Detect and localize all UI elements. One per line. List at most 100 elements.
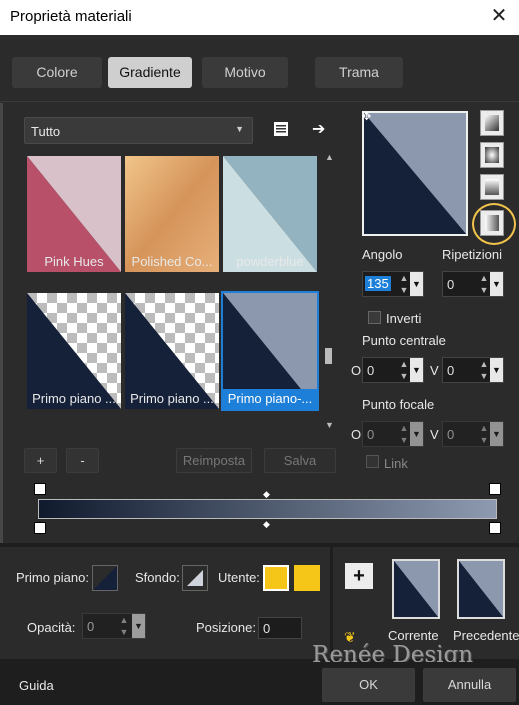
gradient-preview[interactable] — [362, 111, 468, 236]
library-item-label: powderblue — [236, 254, 304, 269]
user-label: Utente: — [218, 570, 260, 585]
midpoint-diamond-icon[interactable]: ◆ — [263, 519, 270, 530]
chevron-down-icon[interactable]: ▼ — [410, 422, 423, 446]
user-color-swatch[interactable] — [263, 565, 289, 591]
tab-motivo[interactable]: Motivo — [202, 57, 288, 88]
center-o-value[interactable]: 0 — [367, 363, 374, 378]
focal-v-label: V — [430, 427, 439, 442]
library-item[interactable]: powderblue — [223, 156, 317, 272]
spinner-arrows-icon[interactable]: ▲ ▼ — [477, 422, 491, 446]
link-checkbox[interactable] — [366, 455, 379, 468]
library-item[interactable]: Pink Hues — [27, 156, 121, 272]
category-select[interactable]: Tutto ▼ — [24, 117, 253, 144]
previous-swatch[interactable] — [457, 559, 505, 619]
chevron-down-icon[interactable]: ▼ — [410, 272, 423, 296]
chevron-down-icon[interactable]: ▼ — [490, 422, 503, 446]
previous-label: Precedente — [453, 628, 519, 643]
library-item[interactable]: Primo piano ... — [125, 293, 219, 409]
center-v-value[interactable]: 0 — [447, 363, 454, 378]
library-item[interactable]: Polished Co... — [125, 156, 219, 272]
angle-spinner[interactable]: 135 ▲ ▼ ▼ — [362, 271, 424, 297]
foreground-stop-swatch[interactable] — [92, 565, 118, 591]
reset-button[interactable]: Reimposta — [176, 448, 252, 473]
close-icon[interactable]: ✕ — [479, 0, 519, 35]
focal-v-value[interactable]: 0 — [447, 427, 454, 442]
repeats-spinner[interactable]: 0 ▲ ▼ ▼ — [442, 271, 504, 297]
arrow-right-icon[interactable]: ➔ — [312, 119, 330, 138]
library-item[interactable]: Primo piano ... — [27, 293, 121, 409]
tab-trama[interactable]: Trama — [315, 57, 403, 88]
tab-gradiente[interactable]: Gradiente — [108, 57, 192, 88]
center-o-spinner[interactable]: 0 ▲ ▼ ▼ — [362, 357, 424, 383]
background-stop-swatch[interactable] — [182, 565, 208, 591]
color-stop-marker[interactable] — [34, 483, 46, 495]
spinner-arrows-icon[interactable]: ▲ ▼ — [397, 422, 411, 446]
current-swatch[interactable] — [392, 559, 440, 619]
library-item-label: Primo piano-... — [223, 389, 317, 409]
chevron-down-icon: ▼ — [235, 124, 244, 134]
current-label: Corrente — [388, 628, 439, 643]
gradient-preview-canvas — [364, 113, 466, 234]
library-item-label: Pink Hues — [44, 254, 104, 269]
gradient-library-grid: Pink Hues Polished Co... powderblue Prim… — [24, 152, 342, 432]
opacity-stop-marker[interactable] — [489, 522, 501, 534]
category-select-value: Tutto — [31, 124, 61, 139]
left-edge — [0, 103, 3, 543]
focal-o-label: O — [351, 427, 362, 442]
angle-value[interactable]: 135 — [365, 276, 391, 291]
user-color-picker[interactable] — [294, 565, 320, 591]
focal-o-spinner[interactable]: 0 ▲ ▼ ▼ — [362, 421, 424, 447]
sunburst-gradient-type-icon[interactable] — [480, 174, 504, 200]
chevron-down-icon[interactable]: ▼ — [410, 358, 423, 382]
add-gradient-button[interactable]: + — [24, 448, 57, 473]
library-scrollbar[interactable]: ▲ ▼ — [322, 152, 336, 432]
window-title: Proprietà materiali — [10, 8, 132, 25]
cancel-button[interactable]: Annulla — [423, 668, 516, 702]
gradient-bar[interactable] — [38, 499, 497, 519]
spinner-arrows-icon[interactable]: ▲ ▼ — [117, 614, 131, 638]
repeats-value[interactable]: 0 — [447, 277, 454, 292]
opacity-spinner[interactable]: 0 ▲ ▼ ▼ — [82, 613, 146, 639]
center-v-spinner[interactable]: 0 ▲ ▼ ▼ — [442, 357, 504, 383]
library-item-selected[interactable]: Primo piano-... — [221, 291, 319, 411]
spinner-arrows-icon[interactable]: ▲ ▼ — [477, 358, 491, 382]
position-field[interactable]: 0 — [258, 617, 302, 639]
scroll-up-icon[interactable]: ▲ — [325, 152, 334, 162]
spinner-arrows-icon[interactable]: ▲ ▼ — [397, 272, 411, 296]
chevron-down-icon[interactable]: ▼ — [132, 614, 145, 638]
spinner-arrows-icon[interactable]: ▲ ▼ — [397, 358, 411, 382]
center-o-label: O — [351, 363, 362, 378]
invert-checkbox[interactable] — [368, 311, 381, 324]
add-swatch-button[interactable]: + — [345, 563, 373, 589]
tab-bar: Colore Gradiente Motivo Trama — [0, 35, 519, 101]
library-menu-icon[interactable] — [272, 120, 290, 138]
color-stop-marker[interactable] — [489, 483, 501, 495]
scrollbar-thumb[interactable] — [325, 348, 332, 364]
ok-button[interactable]: OK — [322, 668, 415, 702]
chevron-down-icon[interactable]: ▼ — [490, 358, 503, 382]
chevron-down-icon[interactable]: ▼ — [490, 272, 503, 296]
position-value[interactable]: 0 — [263, 621, 270, 636]
help-link[interactable]: Guida — [19, 678, 54, 693]
center-point-label: Punto centrale — [362, 333, 446, 348]
repeats-label: Ripetizioni — [442, 247, 502, 262]
spinner-arrows-icon[interactable]: ▲ ▼ — [477, 272, 491, 296]
opacity-stop-marker[interactable] — [34, 522, 46, 534]
focal-point-label: Punto focale — [362, 397, 435, 412]
rectangular-gradient-type-icon[interactable] — [480, 142, 504, 168]
linear-gradient-type-icon[interactable] — [480, 110, 504, 136]
remove-gradient-button[interactable]: - — [66, 448, 99, 473]
focal-v-spinner[interactable]: 0 ▲ ▼ ▼ — [442, 421, 504, 447]
divider — [0, 101, 519, 102]
save-button[interactable]: Salva — [264, 448, 336, 473]
crosshair-icon[interactable]: ✥ — [362, 110, 371, 123]
library-item-label: Polished Co... — [131, 254, 213, 269]
tab-colore[interactable]: Colore — [12, 57, 102, 88]
opacity-value[interactable]: 0 — [87, 619, 94, 634]
library-item-label: Primo piano ... — [32, 391, 116, 406]
background-label: Sfondo: — [135, 570, 180, 585]
center-v-label: V — [430, 363, 439, 378]
focal-o-value[interactable]: 0 — [367, 427, 374, 442]
scroll-down-icon[interactable]: ▼ — [325, 420, 334, 430]
link-label: Link — [384, 456, 408, 471]
